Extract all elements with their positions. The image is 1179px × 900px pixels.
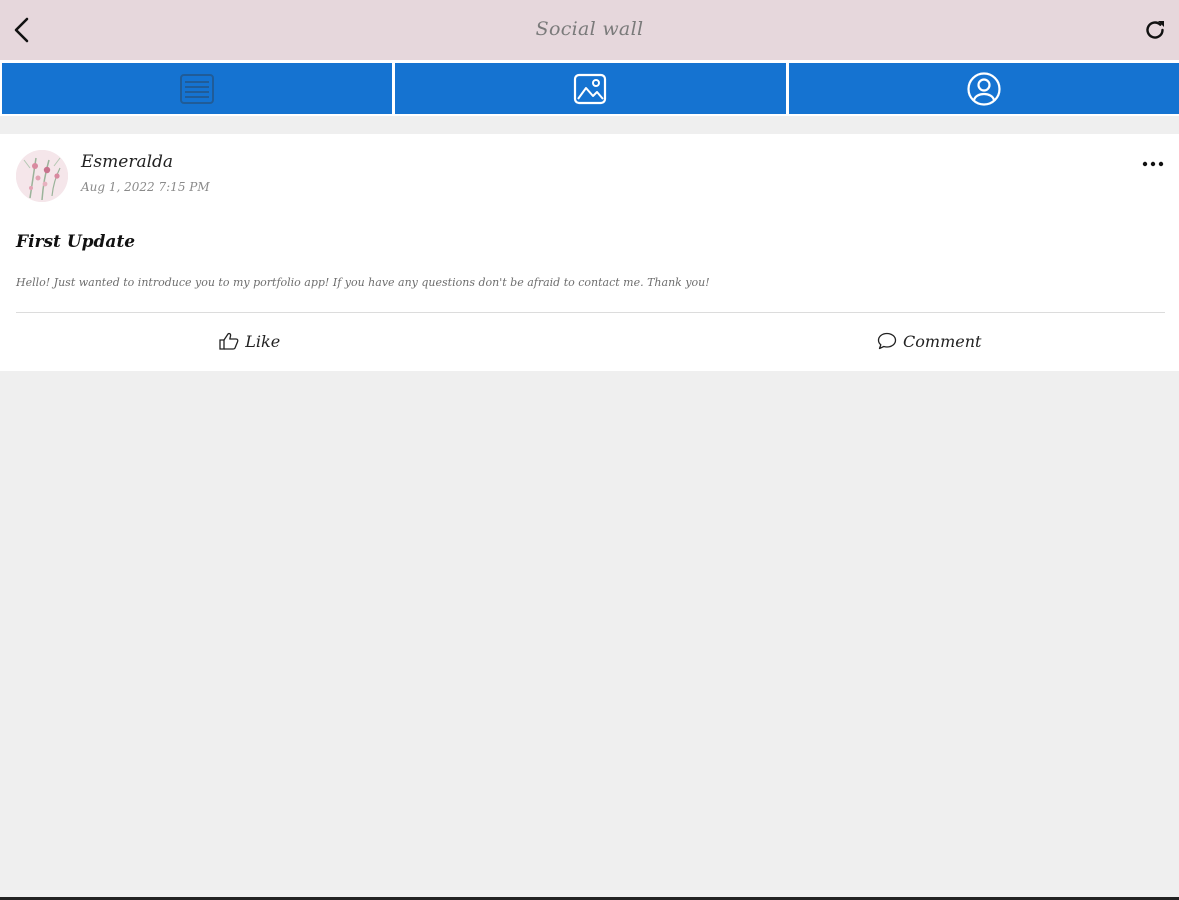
- tab-bar: [0, 60, 1179, 116]
- image-gallery-icon: [574, 73, 607, 104]
- post-body: Hello! Just wanted to introduce you to m…: [16, 276, 710, 289]
- tab-profile[interactable]: [788, 63, 1179, 114]
- comment-bubble-icon: [877, 332, 897, 350]
- floral-avatar-image: [16, 150, 68, 202]
- avatar[interactable]: [16, 150, 68, 202]
- post-title: First Update: [16, 232, 136, 252]
- user-profile-icon: [967, 71, 1001, 106]
- like-label: Like: [245, 331, 281, 351]
- more-options-button[interactable]: [1141, 156, 1165, 172]
- refresh-icon: [1146, 21, 1164, 39]
- comment-button[interactable]: Comment: [520, 320, 1179, 362]
- like-button[interactable]: Like: [0, 320, 520, 362]
- app-header: Social wall: [0, 0, 1179, 60]
- post-divider: [16, 312, 1165, 313]
- thumbs-up-icon: [219, 332, 239, 350]
- tab-gallery[interactable]: [395, 63, 786, 114]
- page-title: Social wall: [535, 18, 644, 40]
- more-horizontal-icon: [1142, 161, 1164, 167]
- comment-label: Comment: [903, 331, 982, 351]
- post-card: Esmeralda Aug 1, 2022 7:15 PM First Upda…: [0, 134, 1179, 371]
- tab-wall[interactable]: [2, 63, 393, 114]
- refresh-button[interactable]: [1139, 14, 1171, 46]
- post-actions: Like Comment: [0, 320, 1179, 362]
- post-timestamp: Aug 1, 2022 7:15 PM: [81, 180, 210, 194]
- post-author[interactable]: Esmeralda: [81, 152, 173, 172]
- list-icon: [180, 73, 215, 104]
